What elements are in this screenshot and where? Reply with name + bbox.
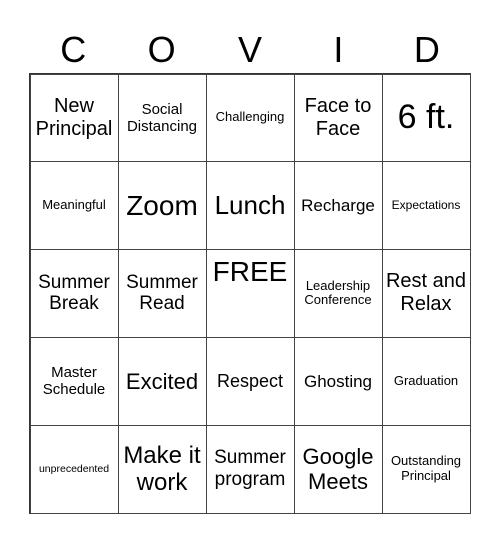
header-letter-v: V (238, 29, 263, 70)
bingo-board: New Principal Social Distancing Challeng… (29, 73, 471, 514)
bingo-cell[interactable]: Rest and Relax (381, 249, 471, 338)
bingo-cell[interactable]: Summer Read (117, 249, 207, 338)
bingo-cell[interactable]: Social Distancing (117, 73, 207, 163)
bingo-cell[interactable]: 6 ft. (381, 73, 471, 163)
bingo-cell[interactable]: Lunch (205, 161, 295, 251)
bingo-header: C O V I D (29, 28, 471, 72)
header-letter-o: O (147, 29, 176, 70)
bingo-cell[interactable]: Leadership Conference (293, 249, 383, 338)
bingo-cell[interactable]: Google Meets (293, 424, 383, 514)
bingo-cell[interactable]: Excited (117, 336, 207, 426)
bingo-cell[interactable]: Recharge (293, 161, 383, 251)
header-letter-d: D (413, 29, 440, 70)
bingo-cell[interactable]: Summer program (205, 424, 295, 514)
bingo-cell[interactable]: Challenging (205, 73, 295, 163)
bingo-cell[interactable]: Master Schedule (29, 336, 119, 426)
header-letter-i: I (333, 29, 344, 70)
bingo-cell[interactable]: Zoom (117, 161, 207, 251)
free-space[interactable]: FREE (205, 249, 295, 338)
bingo-cell[interactable]: Summer Break (29, 249, 119, 338)
header-letter-c: C (60, 29, 87, 70)
bingo-cell[interactable]: Outstanding Principal (381, 424, 471, 514)
bingo-cell[interactable]: unprecedented (29, 424, 119, 514)
bingo-cell[interactable]: Graduation (381, 336, 471, 426)
bingo-cell[interactable]: Expectations (381, 161, 471, 251)
bingo-cell[interactable]: Meaningful (29, 161, 119, 251)
bingo-cell[interactable]: Ghosting (293, 336, 383, 426)
bingo-cell[interactable]: Face to Face (293, 73, 383, 163)
bingo-cell[interactable]: Make it work (117, 424, 207, 514)
bingo-cell[interactable]: New Principal (29, 73, 119, 163)
bingo-cell[interactable]: Respect (205, 336, 295, 426)
